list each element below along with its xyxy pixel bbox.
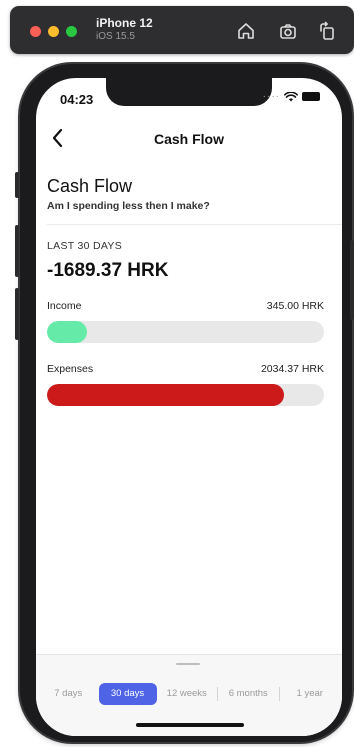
income-bar-fill	[47, 321, 88, 343]
wifi-icon	[284, 91, 298, 101]
simulator-toolbar: iPhone 12 iOS 15.5	[10, 6, 354, 54]
page-subtitle: Am I spending less then I make?	[47, 200, 210, 212]
period-sheet: 7 days 30 days 12 weeks 6 months 1 year	[36, 654, 342, 736]
status-icons: ····	[263, 91, 320, 102]
period-6-months[interactable]: 6 months	[218, 683, 279, 705]
period-label: LAST 30 DAYS	[47, 240, 122, 252]
device-name: iPhone 12	[96, 16, 153, 30]
power-button	[350, 240, 354, 320]
notch	[106, 78, 272, 106]
close-window-button[interactable]	[30, 26, 41, 37]
expenses-label: Expenses	[47, 363, 94, 375]
battery-icon	[302, 92, 320, 101]
silent-switch	[15, 172, 19, 198]
simulator-window: iPhone 12 iOS 15.5 04:23 ···· Cash Flow …	[0, 0, 354, 747]
device-os-version: iOS 15.5	[96, 31, 135, 42]
minimize-window-button[interactable]	[48, 26, 59, 37]
period-30-days[interactable]: 30 days	[98, 683, 157, 705]
period-7-days[interactable]: 7 days	[38, 683, 99, 705]
zoom-window-button[interactable]	[66, 26, 77, 37]
home-icon[interactable]	[235, 20, 257, 42]
period-1-year[interactable]: 1 year	[280, 683, 341, 705]
screenshot-icon[interactable]	[277, 20, 299, 42]
volume-up-button	[15, 225, 19, 277]
income-label: Income	[47, 300, 82, 312]
period-selector: 7 days 30 days 12 weeks 6 months 1 year	[38, 681, 340, 707]
sheet-grabber[interactable]	[176, 663, 200, 665]
expenses-value: 2034.37 HRK	[260, 363, 324, 375]
page-title: Cash Flow	[47, 176, 133, 196]
nav-title: Cash Flow	[153, 131, 224, 147]
rotate-icon[interactable]	[316, 20, 338, 42]
divider	[47, 224, 342, 225]
income-bar-track	[47, 321, 324, 343]
signal-dots-icon: ····	[262, 91, 280, 102]
expenses-bar-track	[47, 384, 324, 406]
device-screen: 04:23 ···· Cash Flow Cash Flow Am I spen…	[36, 78, 342, 736]
period-12-weeks[interactable]: 12 weeks	[157, 683, 218, 705]
net-total: -1689.37 HRK	[47, 260, 169, 281]
home-indicator	[136, 723, 244, 727]
status-time: 04:23	[60, 92, 94, 107]
income-value: 345.00 HRK	[266, 300, 324, 312]
volume-down-button	[15, 288, 19, 340]
expenses-bar-fill	[47, 384, 284, 406]
